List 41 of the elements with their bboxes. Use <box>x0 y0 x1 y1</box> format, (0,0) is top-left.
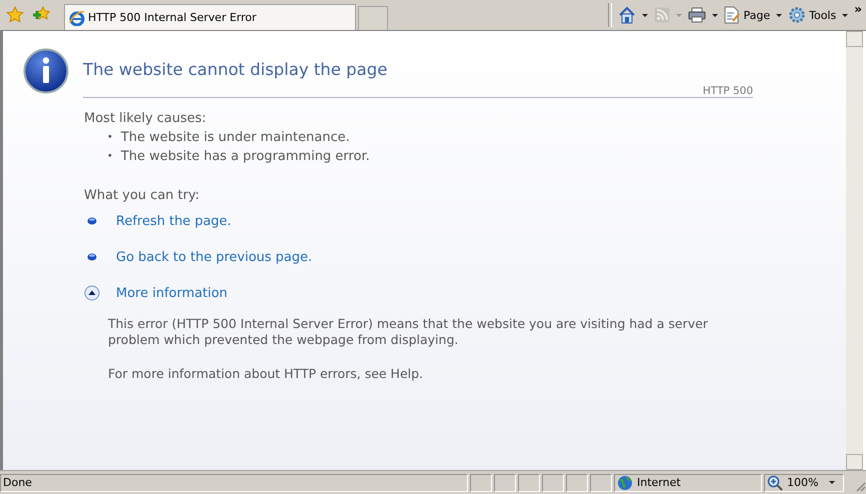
link[interactable]: Go back to the previous page. <box>116 250 312 264</box>
globe-icon <box>617 474 633 490</box>
settings-icon[interactable] <box>788 6 806 24</box>
info-icon <box>23 48 69 94</box>
page-icon[interactable] <box>724 6 740 24</box>
dropdown-arrow-icon[interactable] <box>642 14 648 16</box>
collapse-icon[interactable] <box>84 285 100 301</box>
dropdown-arrow-icon[interactable] <box>829 481 835 484</box>
page-title: The website cannot display the page <box>83 60 388 79</box>
browser-tab[interactable]: HTTP 500 Internal Server Error <box>64 4 356 30</box>
status-text: Done <box>0 474 468 492</box>
link[interactable]: More information <box>116 286 228 300</box>
link[interactable]: Refresh the page. <box>116 214 232 228</box>
zoom-icon[interactable] <box>767 474 783 490</box>
toolbar-label[interactable]: Page <box>743 8 770 22</box>
dropdown-arrow-icon[interactable] <box>712 14 718 16</box>
bullet-marker: • <box>107 150 113 164</box>
status-pane <box>470 474 492 492</box>
status-pane <box>566 474 588 492</box>
printer-icon[interactable] <box>688 7 706 23</box>
cause-item: The website is under maintenance. <box>120 129 350 147</box>
toolbar-overflow-button[interactable]: » <box>854 2 862 16</box>
toolbar-label[interactable]: Tools <box>809 8 836 22</box>
status-pane <box>590 474 612 492</box>
try-heading: What you can try: <box>84 188 200 203</box>
status-pane <box>494 474 516 492</box>
detail-paragraph: This error (HTTP 500 Internal Server Error) means that the website you are visiting had a server problem which prevented the webpage from displaying. <box>108 316 709 348</box>
resize-grip-icon[interactable] <box>854 480 866 492</box>
status-pane <box>542 474 564 492</box>
detail-paragraph: For more information about HTTP errors, see Help. <box>108 366 424 382</box>
browser-logo-icon <box>69 10 85 26</box>
bullet-marker: • <box>107 131 113 145</box>
home-icon[interactable] <box>618 6 636 24</box>
cause-item: The website has a programming error. <box>120 148 370 166</box>
causes-heading: Most likely causes: <box>84 111 208 126</box>
dropdown-arrow-icon[interactable] <box>842 14 848 16</box>
error-code: HTTP 500 <box>702 85 753 97</box>
dropdown-arrow-icon[interactable] <box>776 14 782 16</box>
favorites-star-icon[interactable] <box>6 6 24 24</box>
status-pane <box>518 474 540 492</box>
zone-label: Internet <box>637 476 681 489</box>
